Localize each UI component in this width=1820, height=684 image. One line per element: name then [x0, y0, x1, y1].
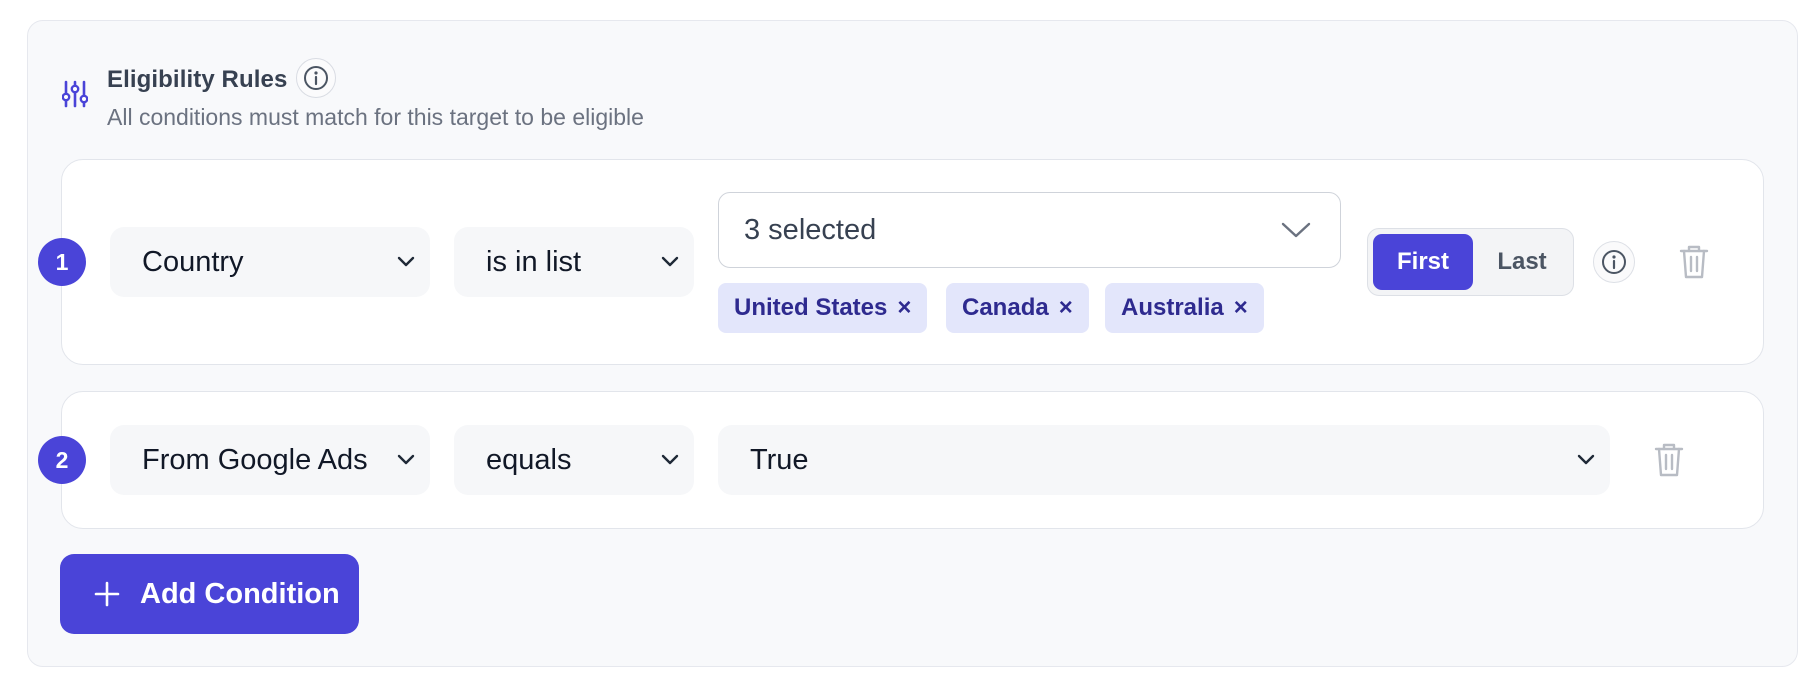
- field-select-value: From Google Ads: [142, 443, 368, 476]
- trash-icon[interactable]: [1653, 442, 1685, 478]
- selected-chip: Australia ×: [1105, 283, 1264, 333]
- section-title: Eligibility Rules: [107, 66, 288, 93]
- toggle-first-button[interactable]: First: [1373, 234, 1473, 290]
- operator-select[interactable]: is in list: [454, 227, 694, 297]
- sliders-icon: [62, 80, 88, 108]
- multiselect-summary: 3 selected: [744, 213, 877, 246]
- match-toggle: First Last: [1367, 228, 1574, 296]
- operator-select-value: is in list: [486, 245, 582, 278]
- add-condition-label: Add Condition: [140, 577, 340, 610]
- chevron-down-icon: [661, 454, 679, 465]
- value-select-value: True: [750, 443, 809, 476]
- value-select[interactable]: True: [718, 425, 1610, 495]
- section-subtitle: All conditions must match for this targe…: [107, 104, 644, 130]
- chevron-down-icon: [1281, 222, 1311, 238]
- selected-chip: United States ×: [718, 283, 928, 333]
- value-multiselect[interactable]: 3 selected: [718, 192, 1341, 268]
- toggle-last-button[interactable]: Last: [1476, 234, 1568, 290]
- operator-select-value: equals: [486, 443, 572, 476]
- field-select[interactable]: Country: [110, 227, 430, 297]
- chevron-down-icon: [1577, 454, 1595, 465]
- selected-chip: Canada ×: [946, 283, 1089, 333]
- chevron-down-icon: [397, 256, 415, 267]
- trash-icon[interactable]: [1678, 244, 1710, 280]
- field-select-value: Country: [142, 245, 244, 278]
- chevron-down-icon: [661, 256, 679, 267]
- chip-label: Australia: [1121, 294, 1224, 321]
- condition-number-badge: 2: [38, 436, 86, 484]
- condition-number-badge: 1: [38, 238, 86, 286]
- info-icon[interactable]: [296, 58, 336, 98]
- chip-remove-icon[interactable]: ×: [1234, 294, 1248, 322]
- field-select[interactable]: From Google Ads: [110, 425, 430, 495]
- add-condition-button[interactable]: Add Condition: [60, 554, 359, 634]
- operator-select[interactable]: equals: [454, 425, 694, 495]
- chevron-down-icon: [397, 454, 415, 465]
- info-icon[interactable]: [1593, 241, 1635, 283]
- chip-remove-icon[interactable]: ×: [897, 294, 911, 322]
- chip-label: Canada: [962, 294, 1049, 321]
- plus-icon: [94, 581, 120, 607]
- chip-remove-icon[interactable]: ×: [1059, 294, 1073, 322]
- chip-label: United States: [734, 294, 888, 321]
